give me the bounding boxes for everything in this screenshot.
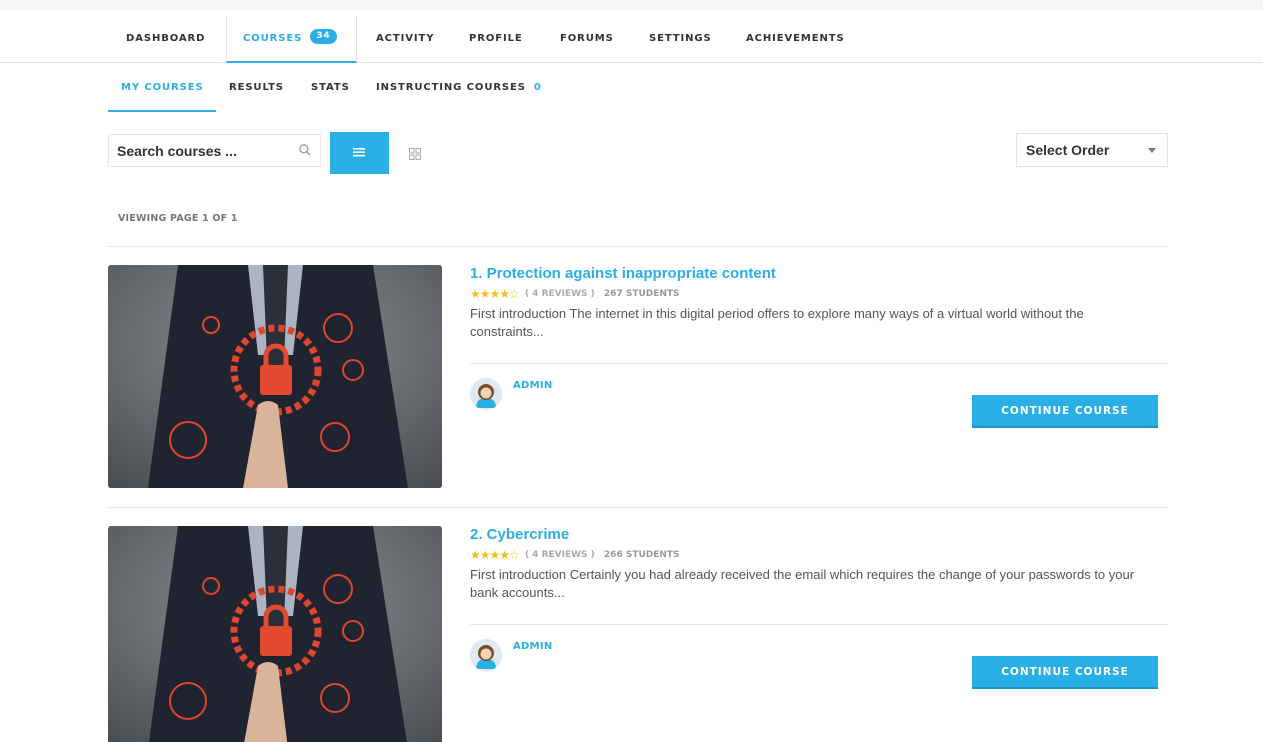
course-title[interactable]: 1. Protection against inappropriate cont… [470, 265, 1168, 282]
search-icon[interactable] [298, 143, 312, 157]
divider [108, 507, 1168, 508]
avatar[interactable] [470, 639, 502, 671]
tab-label: ACHIEVEMENTS [746, 33, 845, 44]
tab-courses[interactable]: COURSES 34 [226, 16, 357, 63]
students-count: 266 STUDENTS [603, 550, 680, 560]
divider [108, 246, 1168, 247]
tab-profile[interactable]: PROFILE [469, 16, 523, 62]
instructing-count: 0 [533, 82, 542, 93]
search-input[interactable] [109, 135, 279, 166]
tab-dashboard[interactable]: DASHBOARD [126, 16, 205, 62]
subtab-label: MY COURSES [121, 82, 204, 93]
tab-label: ACTIVITY [376, 33, 435, 44]
course-thumbnail[interactable] [108, 265, 442, 488]
continue-course-button[interactable]: CONTINUE COURSE [972, 395, 1158, 428]
author-name[interactable]: ADMIN [513, 641, 553, 652]
continue-course-button[interactable]: CONTINUE COURSE [972, 656, 1158, 689]
order-select-label: Select Order [1026, 142, 1110, 158]
reviews-count: ( 4 REVIEWS ) [524, 289, 595, 299]
course-item: 1. Protection against inappropriate cont… [108, 265, 1168, 505]
tab-forums[interactable]: FORUMS [560, 16, 614, 62]
search-box [108, 134, 321, 167]
tab-label: FORUMS [560, 33, 614, 44]
course-description: First introduction The internet in this … [470, 306, 1084, 339]
list-view-button[interactable] [330, 132, 389, 174]
tab-activity[interactable]: ACTIVITY [376, 16, 434, 62]
course-thumbnail[interactable] [108, 526, 442, 742]
author-name[interactable]: ADMIN [513, 380, 553, 391]
tab-label: SETTINGS [649, 33, 712, 44]
divider [470, 363, 1168, 364]
reviews-count: ( 4 REVIEWS ) [524, 550, 595, 560]
courses-count-badge: 34 [310, 28, 337, 44]
pagination-info: VIEWING PAGE 1 OF 1 [118, 213, 238, 224]
star-rating-icon: ★★★★☆ [470, 548, 520, 562]
subtab-label: INSTRUCTING COURSES [376, 82, 526, 93]
course-image [108, 265, 442, 488]
course-image [108, 526, 442, 742]
subtab-stats[interactable]: STATS [311, 74, 350, 112]
students-count: 267 STUDENTS [603, 289, 680, 299]
tab-label: COURSES [243, 33, 303, 44]
star-rating-icon: ★★★★☆ [470, 287, 520, 301]
top-strip [0, 0, 1263, 10]
course-title[interactable]: 2. Cybercrime [470, 526, 1168, 543]
tab-label: DASHBOARD [126, 33, 206, 44]
course-info: 1. Protection against inappropriate cont… [470, 265, 1168, 428]
subtab-instructing-courses[interactable]: INSTRUCTING COURSES 0 [376, 74, 542, 112]
course-rating: ★★★★☆ ( 4 REVIEWS ) 266 STUDENTS [470, 548, 1168, 562]
course-description: First introduction Certainly you had alr… [470, 567, 1135, 600]
subtab-results[interactable]: RESULTS [229, 74, 284, 112]
tab-label: PROFILE [469, 33, 523, 44]
avatar-image [470, 378, 502, 410]
course-rating: ★★★★☆ ( 4 REVIEWS ) 267 STUDENTS [470, 287, 1168, 301]
order-select[interactable]: Select Order [1016, 133, 1168, 167]
list-view-icon [353, 148, 365, 157]
main-nav: DASHBOARD COURSES 34 ACTIVITY PROFILE FOR… [0, 16, 1263, 63]
course-item: 2. Cybercrime ★★★★☆ ( 4 REVIEWS ) 266 ST… [108, 526, 1168, 742]
course-info: 2. Cybercrime ★★★★☆ ( 4 REVIEWS ) 266 ST… [470, 526, 1168, 689]
chevron-down-icon [1148, 148, 1156, 153]
subtab-label: STATS [311, 82, 350, 93]
subtab-label: RESULTS [229, 82, 284, 93]
tab-settings[interactable]: SETTINGS [649, 16, 712, 62]
tab-achievements[interactable]: ACHIEVEMENTS [746, 16, 845, 62]
grid-view-icon[interactable] [409, 148, 421, 160]
subtab-my-courses[interactable]: MY COURSES [108, 74, 216, 112]
divider [470, 624, 1168, 625]
avatar[interactable] [470, 378, 502, 410]
sub-nav: MY COURSES RESULTS STATS INSTRUCTING COU… [0, 74, 1263, 114]
avatar-image [470, 639, 502, 671]
